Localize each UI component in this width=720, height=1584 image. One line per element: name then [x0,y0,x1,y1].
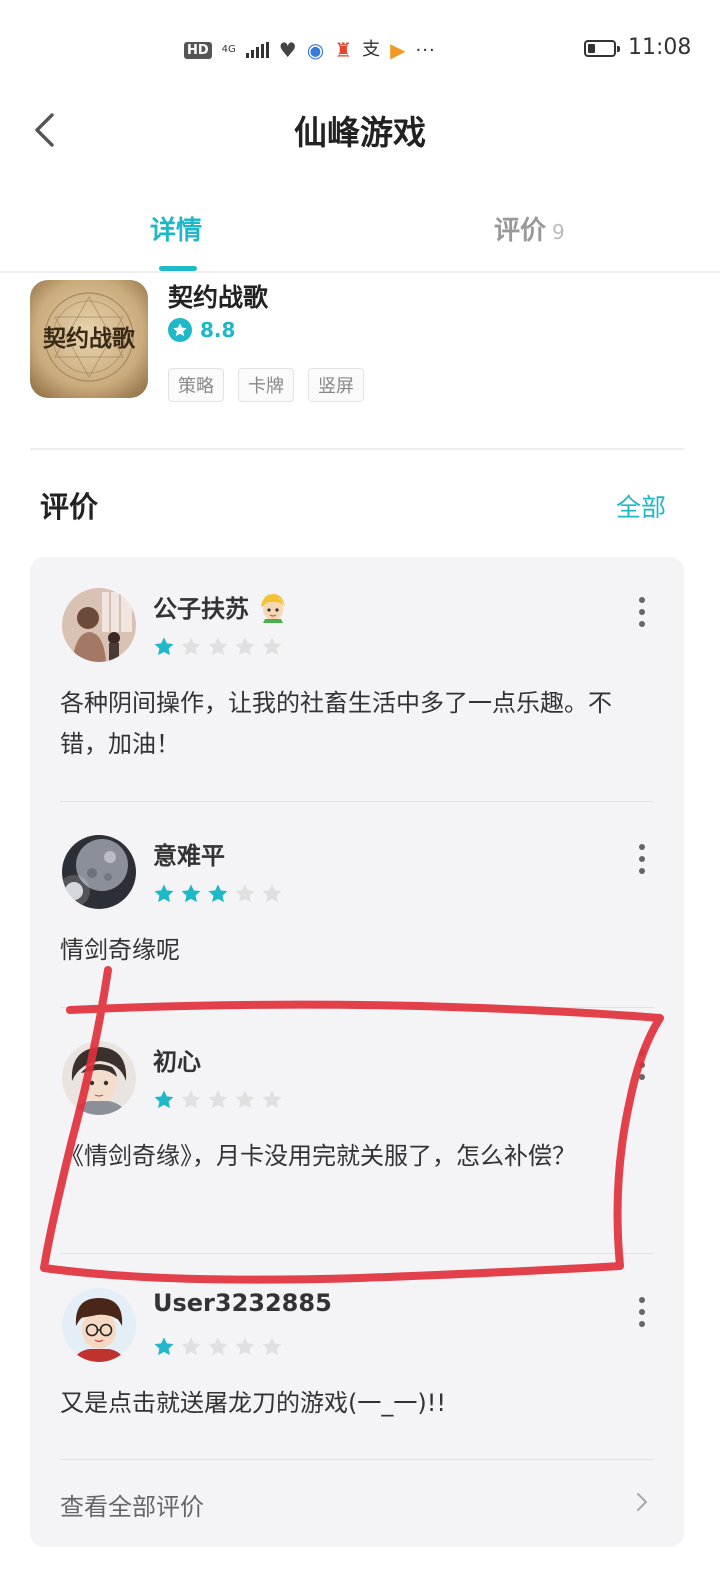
reviewer-name-text: 初心 [153,1048,201,1076]
battery-icon [584,40,620,57]
signal-icon [245,42,269,58]
page-title: 仙峰游戏 [294,113,426,152]
tab-divider [0,271,720,273]
star-icon [181,1337,201,1356]
tab-reviews[interactable]: 评价 9 [494,210,565,247]
star-rating [153,1089,283,1111]
star-icon [154,1090,174,1109]
game-icon[interactable]: 契约战歌 [30,280,148,398]
star-icon [154,637,174,656]
game-logo-image: 契约战歌 [30,280,148,398]
more-notifications-icon: ··· [415,39,436,61]
reviewer-name[interactable]: 初心 [153,1042,201,1077]
star-icon [208,1337,228,1356]
star-icon [262,884,282,903]
reviewer-name-text: 公子扶苏 [153,595,249,623]
star-icon [181,637,201,656]
section-divider [30,448,684,450]
star-rating [153,636,283,658]
tab-reviews-label: 评价 [494,216,547,246]
reviewer-name-text: User3232885 [153,1289,332,1317]
avatar[interactable] [62,588,136,662]
status-icons: HD 4G ♥ ◉ ♜ 支 ▶ ··· [184,36,436,64]
rating-score: 8.8 [200,318,236,342]
star-icon [208,1090,228,1109]
more-options-icon[interactable] [632,1297,652,1327]
star-rating [153,1336,283,1358]
video-app-icon: ▶ [390,38,406,62]
more-options-icon[interactable] [632,1050,652,1080]
star-rating [153,883,283,905]
review-divider [60,801,654,802]
star-icon [208,637,228,656]
review-text: 各种阴间操作，让我的社畜生活中多了一点乐趣。不错，加油！ [60,689,612,758]
star-icon [262,1337,282,1356]
star-icon [235,1090,255,1109]
star-icon [181,1090,201,1109]
game-rating: 8.8 [168,318,235,342]
tag-strategy[interactable]: 策略 [168,368,224,402]
game-tags: 策略 卡牌 竖屏 [168,368,364,402]
review-text: 又是点击就送屠龙刀的游戏(一_一)!! [60,1389,446,1417]
status-bar: HD 4G ♥ ◉ ♜ 支 ▶ ··· 11:08 [0,0,720,100]
browser-app-icon: ◉ [306,38,325,62]
star-icon [181,884,201,903]
tag-card[interactable]: 卡牌 [238,368,294,402]
more-options-icon[interactable] [632,844,652,874]
star-icon [208,884,228,903]
review-divider [60,1253,654,1254]
chevron-right-icon[interactable] [632,1487,652,1517]
avatar[interactable] [62,1041,136,1115]
view-all-link[interactable]: 全部 [616,488,666,524]
view-all-reviews-link[interactable]: 查看全部评价 [60,1487,204,1522]
level-badge-icon [261,593,285,623]
clock: 11:08 [628,35,692,60]
game-name[interactable]: 契约战歌 [168,278,268,314]
more-options-icon[interactable] [632,597,652,627]
review-text: 《情剑奇缘》，月卡没用完就关服了，怎么补偿？ [60,1142,576,1170]
star-icon [154,884,174,903]
star-badge-icon [168,318,192,342]
health-heart-icon: ♥ [278,38,297,62]
notification-app-icon: ♜ [334,38,353,62]
reviewer-name[interactable]: User3232885 [153,1289,332,1317]
tab-details[interactable]: 详情 [150,210,202,247]
star-icon [262,637,282,656]
star-icon [235,637,255,656]
star-icon [235,1337,255,1356]
reviewer-name[interactable]: 意难平 [153,836,225,871]
review-divider [60,1007,654,1008]
star-icon [154,1337,174,1356]
avatar[interactable] [62,835,136,909]
network-type: 4G [221,44,236,55]
review-divider [60,1459,654,1460]
tag-portrait[interactable]: 竖屏 [308,368,364,402]
reviewer-name-text: 意难平 [153,842,225,870]
star-icon [235,884,255,903]
star-icon [262,1090,282,1109]
alipay-app-icon: 支 [362,39,381,60]
reviews-section-title: 评价 [40,490,99,524]
review-text: 情剑奇缘呢 [60,936,180,964]
avatar[interactable] [62,1288,136,1362]
tab-reviews-count: 9 [552,220,565,244]
reviews-card: 公子扶苏 各种阴间操作，让我的社畜生活中多了一点乐趣。不错，加油！ 意难平 情剑… [30,557,684,1547]
svg-text:契约战歌: 契约战歌 [42,325,136,352]
reviewer-name[interactable]: 公子扶苏 [153,589,289,624]
hd-indicator: HD [184,41,212,59]
